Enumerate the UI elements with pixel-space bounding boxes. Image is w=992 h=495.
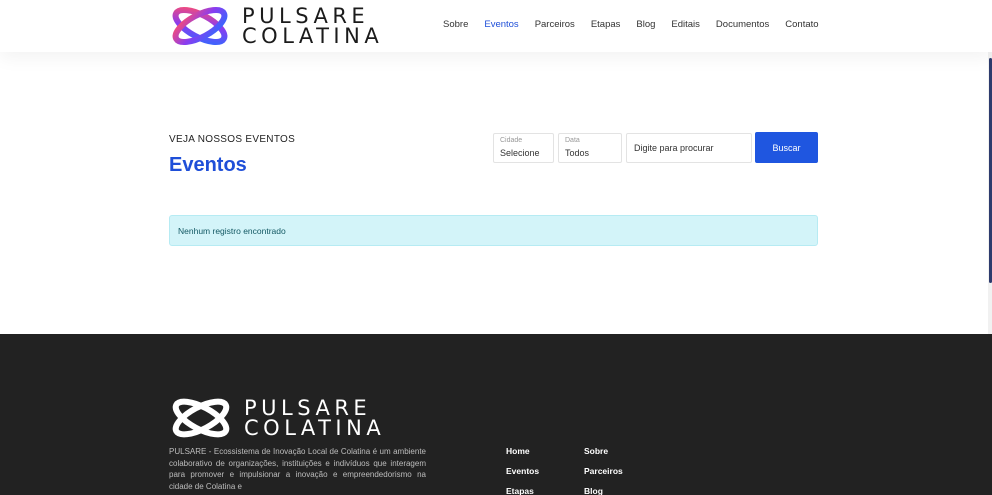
nav-item-eventos[interactable]: Eventos bbox=[484, 19, 518, 30]
cidade-label: Cidade bbox=[500, 137, 523, 144]
pulsare-logo-white-icon bbox=[172, 398, 230, 438]
nav-item-contato[interactable]: Contato bbox=[785, 19, 818, 30]
brand-wordmark: PULSARE COLATINA bbox=[242, 4, 384, 48]
site-footer: PULSARE COLATINA PULSARE - Ecossistema d… bbox=[0, 334, 992, 495]
search-input[interactable] bbox=[626, 133, 752, 163]
footer-link-etapas[interactable]: Etapas bbox=[506, 486, 539, 495]
footer-link-sobre[interactable]: Sobre bbox=[584, 446, 623, 466]
buscar-button[interactable]: Buscar bbox=[755, 132, 818, 163]
site-header: PULSARE COLATINA Sobre Eventos Parceiros… bbox=[0, 0, 992, 52]
nav-item-parceiros[interactable]: Parceiros bbox=[535, 19, 575, 30]
footer-logo[interactable]: PULSARE COLATINA bbox=[168, 396, 385, 440]
footer-link-blog[interactable]: Blog bbox=[584, 486, 623, 495]
cidade-value: Selecione bbox=[500, 148, 540, 158]
cidade-select[interactable]: Cidade Selecione bbox=[493, 133, 554, 163]
footer-brand-line2: COLATINA bbox=[244, 416, 386, 440]
footer-link-parceiros[interactable]: Parceiros bbox=[584, 466, 623, 486]
data-value: Todos bbox=[565, 148, 590, 158]
nav-item-editais[interactable]: Editais bbox=[671, 19, 700, 30]
nav-item-etapas[interactable]: Etapas bbox=[591, 19, 621, 30]
main-nav: Sobre Eventos Parceiros Etapas Blog Edit… bbox=[443, 19, 835, 30]
footer-links-col2: Sobre Parceiros Blog bbox=[584, 446, 623, 495]
section-eyebrow: VEJA NOSSOS EVENTOS bbox=[169, 134, 296, 145]
footer-brand-line1: PULSARE bbox=[244, 396, 372, 420]
footer-link-home[interactable]: Home bbox=[506, 446, 539, 466]
footer-description: PULSARE - Ecossistema de Inovação Local … bbox=[169, 447, 426, 491]
footer-links-col1: Home Eventos Etapas bbox=[506, 446, 539, 495]
page-title: Eventos bbox=[169, 154, 247, 176]
nav-item-blog[interactable]: Blog bbox=[636, 19, 655, 30]
footer-wordmark: PULSARE COLATINA bbox=[244, 396, 386, 440]
brand-line1: PULSARE bbox=[242, 4, 370, 28]
data-label: Data bbox=[565, 137, 580, 144]
empty-results-alert: Nenhum registro encontrado bbox=[169, 215, 818, 246]
pulsare-logo-icon bbox=[172, 7, 228, 45]
brand-logo[interactable]: PULSARE COLATINA bbox=[168, 4, 383, 48]
brand-line2: COLATINA bbox=[242, 24, 384, 48]
nav-item-documentos[interactable]: Documentos bbox=[716, 19, 769, 30]
footer-link-eventos[interactable]: Eventos bbox=[506, 466, 539, 486]
nav-item-sobre[interactable]: Sobre bbox=[443, 19, 468, 30]
data-select[interactable]: Data Todos bbox=[558, 133, 622, 163]
